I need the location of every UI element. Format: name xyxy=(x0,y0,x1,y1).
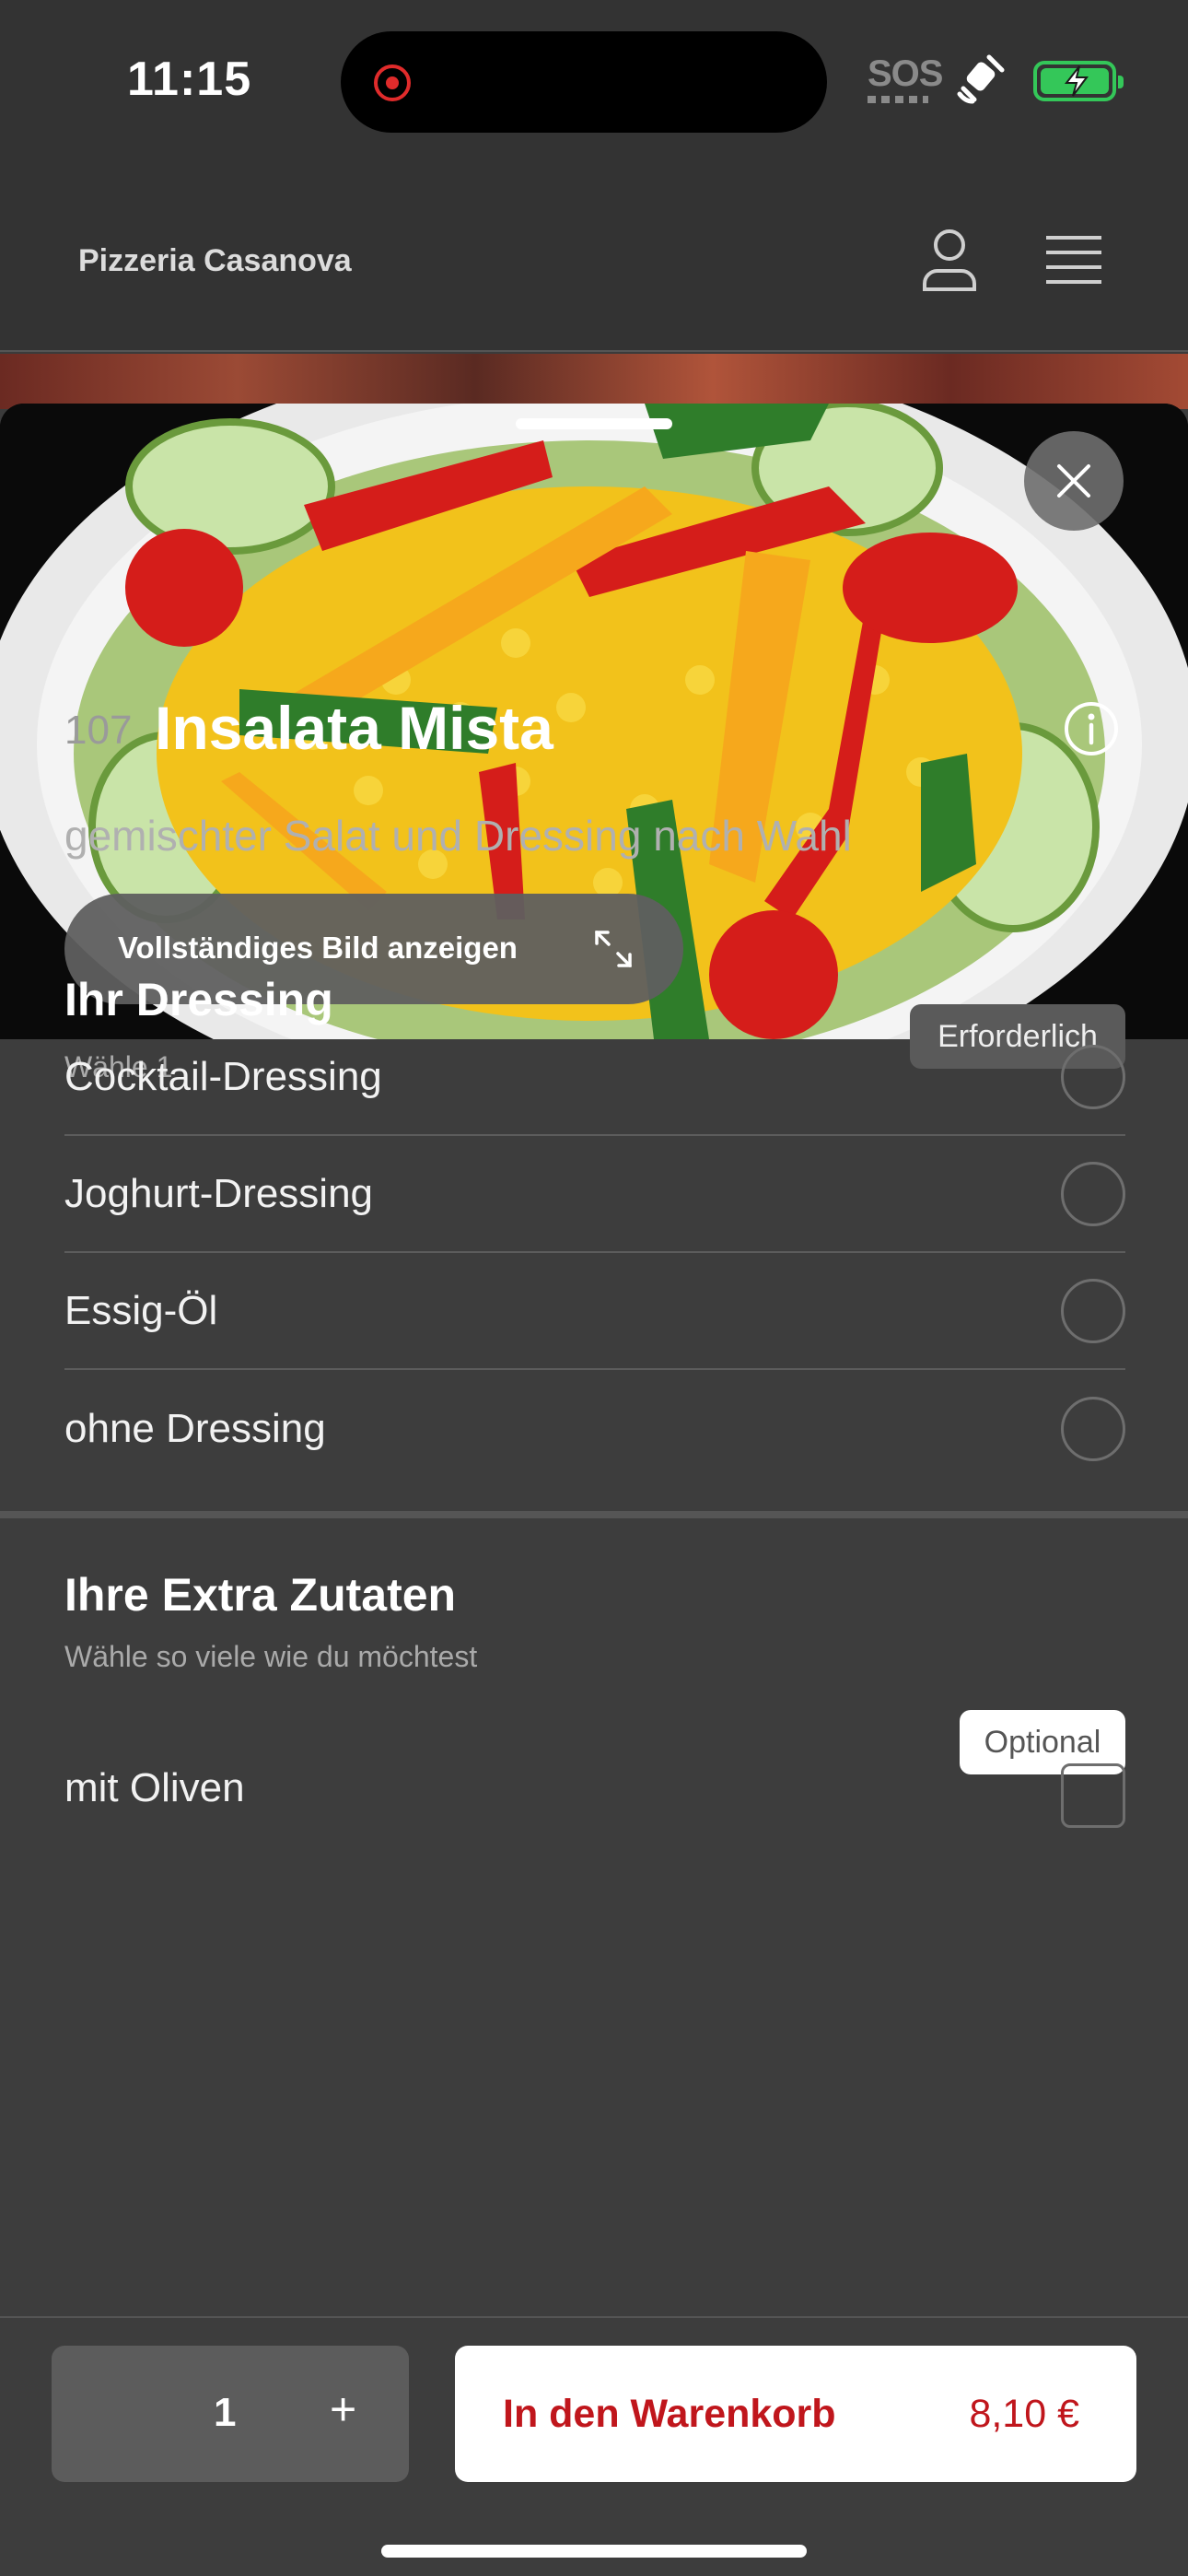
add-to-cart-label: In den Warenkorb xyxy=(503,2392,836,2436)
article-description: gemischter Salat und Dressing nach Wahl xyxy=(64,812,852,860)
option-label: Joghurt-Dressing xyxy=(64,1171,374,1216)
option-ohne-dressing[interactable]: ohne Dressing xyxy=(64,1371,1125,1488)
close-button[interactable] xyxy=(1024,431,1124,531)
status-time: 11:15 xyxy=(127,53,252,106)
signal-dots xyxy=(868,96,928,103)
section-divider xyxy=(0,1511,1188,1518)
home-indicator xyxy=(381,2545,807,2558)
app-header: Pizzeria Casanova xyxy=(0,162,1188,352)
option-mit-oliven-label[interactable]: mit Oliven xyxy=(64,1765,245,1811)
dynamic-island xyxy=(341,31,827,133)
option-label: Essig-Öl xyxy=(64,1288,218,1333)
quantity-plus-button[interactable]: + xyxy=(330,2383,356,2436)
radio-button[interactable] xyxy=(1061,1162,1125,1226)
article-number: 107 xyxy=(64,708,133,753)
battery-charging-icon xyxy=(1033,61,1124,101)
quantity-value: 1 xyxy=(214,2390,237,2435)
extras-group-subtitle: Wähle so viele wie du möchtest xyxy=(64,1640,478,1673)
screen-recording-icon xyxy=(374,64,411,101)
option-mit-oliven-checkbox[interactable] xyxy=(1061,1763,1125,1828)
option-label: Cocktail-Dressing xyxy=(64,1054,382,1099)
view-full-image-label: Vollständiges Bild anzeigen xyxy=(118,931,518,965)
info-icon[interactable] xyxy=(1063,700,1120,757)
status-bar: 11:15 SOS xyxy=(0,0,1188,162)
product-sheet: Vollständiges Bild anzeigen 107 Insalata… xyxy=(0,404,1188,2576)
user-icon[interactable] xyxy=(919,227,980,293)
radio-button[interactable] xyxy=(1061,1279,1125,1343)
bottom-action-bar: 1 + In den Warenkorb 8,10 € xyxy=(0,2316,1188,2576)
option-joghurt-dressing[interactable]: Joghurt-Dressing xyxy=(64,1136,1125,1253)
radio-button[interactable] xyxy=(1061,1045,1125,1109)
sos-indicator: SOS xyxy=(868,53,943,94)
article-title: Insalata Mista xyxy=(155,694,553,762)
expand-icon xyxy=(595,931,632,967)
sheet-grabber[interactable] xyxy=(516,418,672,429)
radio-button[interactable] xyxy=(1061,1397,1125,1461)
hamburger-menu-icon[interactable] xyxy=(1044,234,1103,286)
quantity-stepper[interactable]: 1 + xyxy=(52,2346,409,2482)
option-essig-oel[interactable]: Essig-Öl xyxy=(64,1253,1125,1370)
background-pizza-image xyxy=(0,354,1188,409)
close-icon xyxy=(1057,464,1090,498)
option-cocktail-dressing[interactable]: Cocktail-Dressing xyxy=(64,1019,1125,1136)
extras-group-title: Ihre Extra Zutaten xyxy=(64,1569,457,1621)
option-label: ohne Dressing xyxy=(64,1406,326,1451)
add-to-cart-button[interactable]: In den Warenkorb 8,10 € xyxy=(455,2346,1136,2482)
satellite-icon xyxy=(957,54,1005,104)
cart-price: 8,10 € xyxy=(969,2392,1079,2436)
restaurant-name[interactable]: Pizzeria Casanova xyxy=(78,243,352,279)
